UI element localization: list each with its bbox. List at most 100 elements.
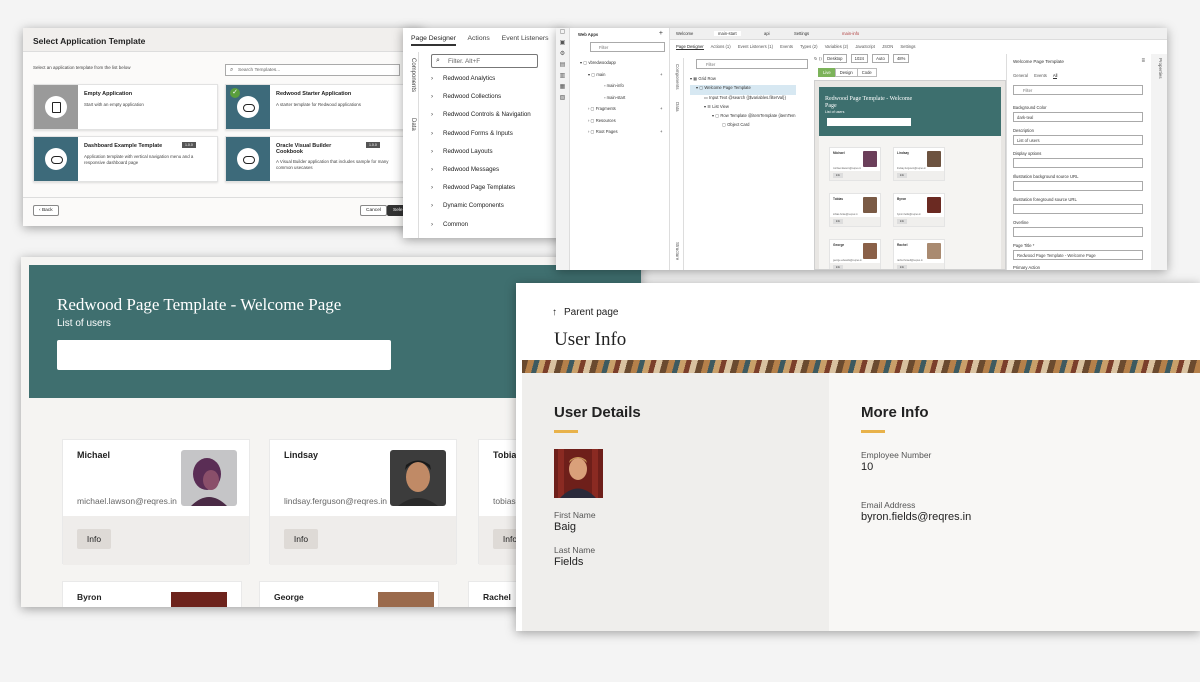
services-icon[interactable]: ⚙: [556, 50, 569, 61]
layouts-icon[interactable]: ▥: [556, 72, 569, 83]
mini-user-card[interactable]: George george.edwards@reqres.in Info: [829, 239, 881, 269]
tab-components[interactable]: Components: [675, 64, 680, 90]
props-tab-events[interactable]: Events: [1034, 73, 1047, 78]
template-card-dashboard[interactable]: Dashboard Example Template 1.0.0 Applica…: [33, 136, 218, 182]
subtab-types[interactable]: Types (2): [800, 44, 817, 49]
info-button[interactable]: Info: [284, 529, 318, 549]
tab-data[interactable]: Data: [675, 102, 680, 112]
illustration-fg-input[interactable]: [1013, 204, 1143, 214]
version-badge[interactable]: 1.0.0: [182, 142, 196, 148]
canvas-search-input[interactable]: [827, 118, 911, 126]
template-card-redwood-starter[interactable]: ✓ Redwood Starter Application A starter …: [225, 84, 410, 130]
user-search-input[interactable]: [57, 340, 391, 370]
back-button[interactable]: ‹ Back: [33, 205, 59, 216]
design-canvas[interactable]: Redwood Page Template - Welcome Page Lis…: [814, 80, 1006, 270]
zoom-select[interactable]: 48%: [892, 54, 910, 63]
description-input[interactable]: List of users: [1013, 135, 1143, 145]
source-icon[interactable]: ▧: [556, 94, 569, 105]
tree-item-resources[interactable]: › ▢ Resources: [580, 118, 625, 130]
component-filter-input[interactable]: ⌕ Filter. Alt+F: [431, 54, 538, 68]
tab-event-listeners[interactable]: Event Listeners: [502, 35, 549, 42]
mode-design[interactable]: Design: [834, 68, 858, 77]
device-select[interactable]: Desktop: [823, 54, 847, 63]
subtab-json[interactable]: JSON: [882, 44, 893, 49]
tree-item-main-info[interactable]: ▫ main-info: [580, 83, 625, 95]
tab-main-info[interactable]: main-info: [842, 31, 859, 36]
subtab-page-designer[interactable]: Page Designer: [676, 44, 704, 50]
mini-user-card[interactable]: Lindsay lindsay.ferguson@reqres.in Info: [893, 147, 945, 181]
category-item[interactable]: › Redwood Page Templates: [431, 184, 531, 202]
props-tab-general[interactable]: General: [1013, 73, 1028, 78]
category-item[interactable]: › Redwood Controls & Navigation: [431, 111, 531, 129]
category-item[interactable]: › Redwood Forms & Inputs: [431, 130, 531, 148]
subtab-actions[interactable]: Actions (1): [711, 44, 731, 49]
category-item[interactable]: › Redwood Layouts: [431, 148, 531, 166]
page-title-input[interactable]: Redwood Page Template - Welcome Page: [1013, 250, 1143, 260]
structure-node[interactable]: ▭ Input Text @search {{$variables.filter…: [690, 95, 796, 104]
template-search-input[interactable]: ⌕ Search Templates...: [225, 64, 400, 76]
parent-page-link[interactable]: ↑ Parent page: [552, 307, 619, 318]
tree-item-root-pages[interactable]: › ▢ Root Pages +: [580, 129, 662, 141]
mini-user-card[interactable]: Michael michael.lawson@reqres.in Info: [829, 147, 881, 181]
navigator-filter-input[interactable]: Filter: [590, 42, 665, 52]
structure-node[interactable]: ▾ ☰ List View: [690, 104, 796, 113]
category-item[interactable]: › Dynamic Components: [431, 202, 531, 220]
resources-icon[interactable]: ▦: [556, 83, 569, 94]
width-input[interactable]: 1024: [850, 54, 868, 63]
illustration-bg-input[interactable]: [1013, 181, 1143, 191]
tree-item-fragments[interactable]: › ▢ Fragments +: [580, 106, 662, 118]
tree-item-main-start[interactable]: ▫ main-start: [580, 95, 625, 107]
category-item[interactable]: › Redwood Messages: [431, 166, 531, 184]
avatar: [181, 450, 237, 506]
tab-components[interactable]: Components: [410, 58, 416, 92]
tab-data[interactable]: Data: [410, 118, 416, 131]
display-options-input[interactable]: [1013, 158, 1143, 168]
structure-node-selected[interactable]: ▾ ▢ Welcome Page Template: [690, 85, 796, 95]
template-card-empty[interactable]: Empty Application Start with an empty ap…: [33, 84, 218, 130]
arrow-up-icon: ↑: [552, 307, 557, 318]
tab-main-start[interactable]: main-start: [714, 31, 741, 36]
category-item[interactable]: › Redwood Analytics: [431, 75, 531, 93]
category-item[interactable]: › Redwood Collections: [431, 93, 531, 111]
menu-icon[interactable]: ≡: [1141, 58, 1145, 64]
mode-code[interactable]: Code: [856, 68, 877, 77]
structure-node[interactable]: ▢ Object Card: [690, 122, 796, 131]
properties-filter-input[interactable]: Filter: [1013, 85, 1143, 95]
background-color-select[interactable]: dark-teal: [1013, 112, 1143, 122]
template-card-cookbook[interactable]: Oracle Visual Builder Cookbook 1.0.0 A V…: [225, 136, 410, 182]
tab-properties[interactable]: Properties: [1158, 58, 1163, 79]
structure-node[interactable]: ▾ ▢ Row Template @itemTemplate {itemTem: [690, 113, 796, 122]
subtab-variables[interactable]: Variables (2): [825, 44, 848, 49]
mini-user-card[interactable]: Byron byron.fields@reqres.in Info: [893, 193, 945, 227]
page-subtitle: List of users: [57, 318, 111, 329]
tab-api[interactable]: api: [764, 31, 770, 36]
version-badge[interactable]: 1.0.0: [366, 142, 380, 148]
tree-item-main[interactable]: ▾ ▢ main +: [580, 72, 662, 84]
subtab-event-listeners[interactable]: Event Listeners (1): [738, 44, 773, 49]
category-item[interactable]: › Common: [431, 221, 531, 239]
structure-node[interactable]: ▾ ▦ Grid Row: [690, 76, 796, 85]
apps-icon[interactable]: ▣: [556, 39, 569, 50]
tree-item-app[interactable]: ▾ ▢ vbredwoodapp: [580, 60, 625, 72]
tab-page-designer[interactable]: Page Designer: [411, 35, 456, 46]
subtab-javascript[interactable]: JavaScript: [855, 44, 875, 49]
mini-user-card[interactable]: Tobias tobias.funke@reqres.in Info: [829, 193, 881, 227]
cancel-button[interactable]: Cancel: [360, 205, 387, 216]
structure-filter-input[interactable]: Filter: [696, 59, 808, 69]
overline-input[interactable]: [1013, 227, 1143, 237]
data-icon[interactable]: ▤: [556, 61, 569, 72]
tab-actions[interactable]: Actions: [467, 35, 489, 42]
tab-settings[interactable]: Settings: [794, 31, 809, 36]
prop-page-title: Page Title * Redwood Page Template - Welc…: [1013, 243, 1143, 260]
add-icon[interactable]: +: [659, 30, 663, 37]
subtab-events[interactable]: Events: [780, 44, 793, 49]
tab-welcome[interactable]: Welcome: [676, 31, 693, 36]
mini-user-card[interactable]: Rachel rachel.howell@reqres.in Info: [893, 239, 945, 269]
info-button[interactable]: Info: [77, 529, 111, 549]
mode-live[interactable]: Live: [818, 68, 836, 77]
subtab-settings[interactable]: Settings: [900, 44, 915, 49]
tab-structure[interactable]: Structure: [675, 242, 680, 260]
pages-icon[interactable]: ▢: [556, 28, 569, 39]
height-input[interactable]: Auto: [872, 54, 889, 63]
props-tab-all[interactable]: All: [1052, 73, 1058, 79]
